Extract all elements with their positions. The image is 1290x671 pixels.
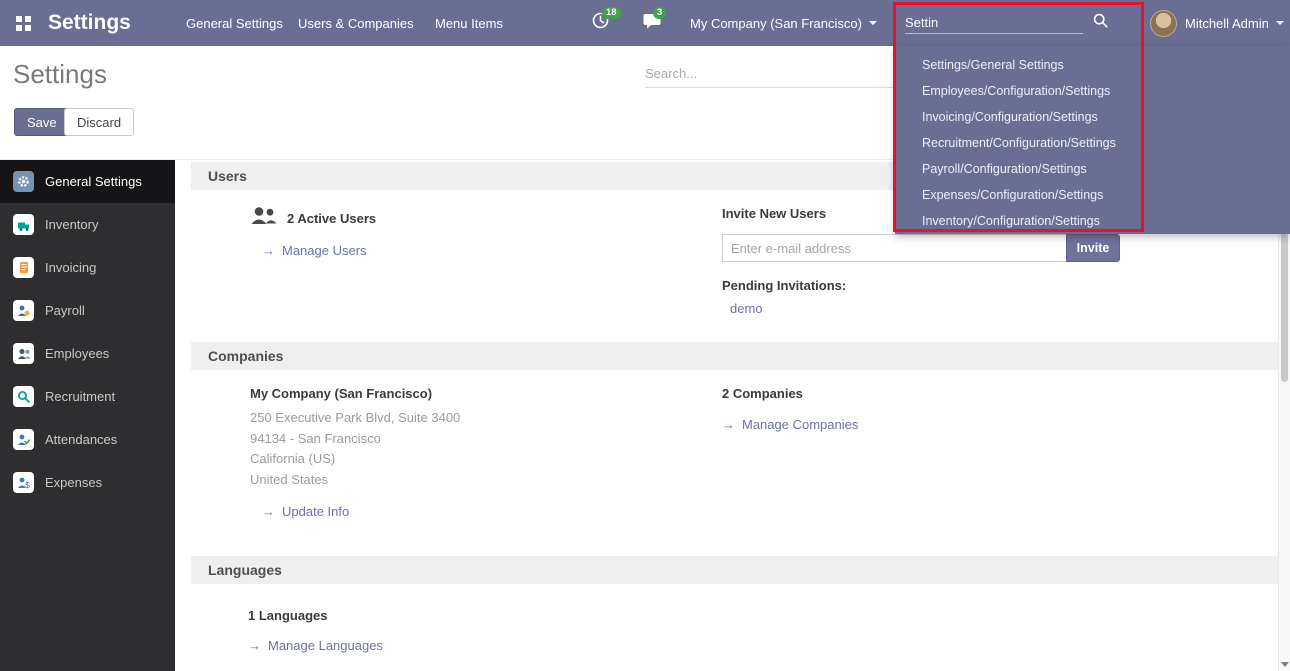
apps-grid-icon [16,16,31,31]
current-app-title[interactable]: Settings [48,0,131,46]
invoicing-icon [13,257,34,278]
company-name: My Company (San Francisco) [250,386,460,401]
messages-badge: 3 [653,7,666,19]
user-menu-label: Mitchell Admin [1185,16,1269,31]
expenses-icon: $ [13,472,34,493]
scrollbar-down-arrow[interactable] [1281,662,1289,667]
company-address-line: California (US) [250,449,460,470]
companies-section: My Company (San Francisco) 250 Executive… [175,370,1278,556]
sidebar-item-label: Attendances [45,432,117,447]
payroll-icon [13,300,34,321]
nav-menu-menu-items[interactable]: Menu Items [435,0,503,46]
arrow-right-icon: → [722,417,735,432]
manage-languages-link[interactable]: → Manage Languages [248,638,383,653]
recruitment-icon [13,386,34,407]
search-result-item[interactable]: Employees/Configuration/Settings [895,78,1290,104]
odoo-settings-screen: Settings General Settings Users & Compan… [0,0,1290,671]
search-icon[interactable] [1093,13,1108,33]
attendances-icon [13,429,34,450]
sidebar-item-label: Invoicing [45,260,96,275]
messages-button[interactable]: 3 [643,0,661,46]
user-avatar [1150,10,1177,37]
sidebar-item-label: Recruitment [45,389,115,404]
manage-users-link[interactable]: → Manage Users [262,243,367,258]
chevron-down-icon [869,21,877,25]
chevron-down-icon [1276,21,1284,25]
svg-text:$: $ [25,481,30,489]
pending-invitations-label: Pending Invitations: [722,278,1152,293]
companies-count: 2 Companies [722,386,858,401]
user-menu[interactable]: Mitchell Admin [1150,0,1284,46]
sidebar-item-label: Expenses [45,475,102,490]
general-settings-gear-icon [13,171,34,192]
invite-email-input[interactable] [722,234,1067,262]
section-header-languages: Languages [191,556,1278,584]
sidebar-item-label: Payroll [45,303,85,318]
save-button[interactable]: Save [14,108,70,136]
pending-user-link[interactable]: demo [730,301,763,316]
sidebar-item-general-settings[interactable]: General Settings [0,160,175,203]
search-result-item[interactable]: Recruitment/Configuration/Settings [895,130,1290,156]
page-title: Settings [13,59,107,90]
sidebar-item-inventory[interactable]: Inventory [0,203,175,246]
company-address-line: 94134 - San Francisco [250,429,460,450]
sidebar-item-label: Employees [45,346,109,361]
menu-search-dropdown: Settings/General Settings Employees/Conf… [895,46,1290,234]
arrow-right-icon: → [262,504,275,519]
top-navbar: Settings General Settings Users & Compan… [0,0,1290,46]
search-result-item[interactable]: Expenses/Configuration/Settings [895,182,1290,208]
discard-button[interactable]: Discard [64,108,134,136]
search-result-item[interactable]: Payroll/Configuration/Settings [895,156,1290,182]
update-info-link[interactable]: → Update Info [262,504,349,519]
users-group-icon [250,206,277,230]
inventory-icon [13,214,34,235]
arrow-right-icon: → [248,638,261,653]
sidebar-item-payroll[interactable]: Payroll [0,289,175,332]
manage-companies-link[interactable]: → Manage Companies [722,417,858,432]
invite-button[interactable]: Invite [1066,234,1120,262]
employees-icon [13,343,34,364]
company-address-line: United States [250,470,460,491]
sidebar-item-employees[interactable]: Employees [0,332,175,375]
search-result-item[interactable]: Inventory/Configuration/Settings [895,208,1290,234]
sidebar-item-label: Inventory [45,217,98,232]
search-result-item[interactable]: Settings/General Settings [895,52,1290,78]
languages-section: 1 Languages → Manage Languages [175,584,1278,671]
sidebar-item-attendances[interactable]: Attendances [0,418,175,461]
scrollbar-thumb[interactable] [1281,232,1288,382]
sidebar-item-invoicing[interactable]: Invoicing [0,246,175,289]
main-area: General Settings Inventory Invoicing Pay… [0,160,1290,671]
nav-menu-general-settings[interactable]: General Settings [186,0,283,46]
activities-badge: 18 [602,7,621,19]
settings-content: Users 2 Active Users → Manage Users Invi… [175,160,1278,671]
company-switcher-label: My Company (San Francisco) [690,16,862,31]
nav-menu-users-companies[interactable]: Users & Companies [298,0,414,46]
company-address-line: 250 Executive Park Blvd, Suite 3400 [250,408,460,429]
navbar-search-input[interactable] [905,12,1083,34]
sidebar-item-recruitment[interactable]: Recruitment [0,375,175,418]
search-result-item[interactable]: Invoicing/Configuration/Settings [895,104,1290,130]
settings-sidebar: General Settings Inventory Invoicing Pay… [0,160,175,671]
sidebar-item-label: General Settings [45,174,142,189]
active-users-count: 2 Active Users [287,211,376,226]
company-switcher-menu[interactable]: My Company (San Francisco) [690,0,877,46]
section-header-companies: Companies [191,342,1278,370]
sidebar-item-expenses[interactable]: $ Expenses [0,461,175,504]
arrow-right-icon: → [262,243,275,258]
activities-button[interactable]: 18 [592,0,609,46]
apps-menu-button[interactable] [0,0,46,46]
navbar-search [905,0,1108,46]
languages-count: 1 Languages [248,608,383,623]
